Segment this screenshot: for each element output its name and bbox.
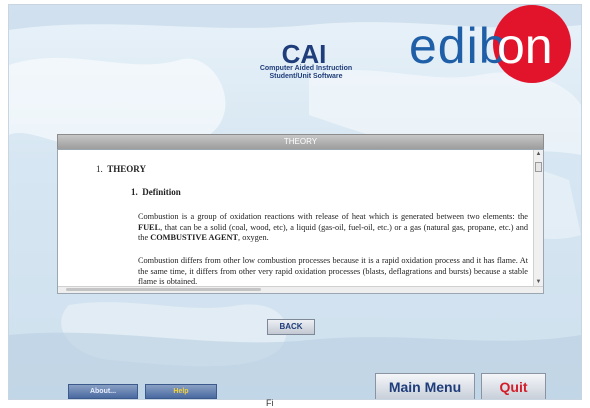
document-heading: 1. THEORY [96,164,146,174]
section-title-bar: THEORY [57,134,544,150]
definition-paragraph-2: Combustion differs from other low combus… [138,256,528,286]
figure-caption: Fi [266,398,274,408]
quit-button[interactable]: Quit [481,373,546,399]
document-subheading-number: 1. [131,187,138,197]
vertical-scrollbar[interactable]: ▲ ▼ [533,150,543,287]
edibon-logo: edib [409,18,508,74]
combustive-agent-term: COMBUSTIVE AGENT [150,233,239,242]
app-subtitle-line1: Computer Aided Instruction [259,65,353,72]
theory-document-content: 1. THEORY 1. Definition Combustion is a … [58,150,533,287]
scroll-thumb[interactable] [535,162,542,172]
edibon-logo-suffix: on [497,18,553,74]
document-subheading: 1. Definition [131,187,181,197]
app-subtitle: Computer Aided Instruction Student/Unit … [231,65,381,81]
scroll-down-arrow-icon[interactable]: ▼ [535,279,542,286]
about-button[interactable]: About... [68,384,138,399]
document-heading-text: THEORY [107,164,146,174]
app-window: CAI Computer Aided Instruction Student/U… [8,4,582,400]
scroll-up-arrow-icon[interactable]: ▲ [535,151,542,158]
definition-paragraph-1: Combustion is a group of oxidation react… [138,212,528,244]
horizontal-scrollbar[interactable] [58,286,543,293]
back-button[interactable]: BACK [267,319,315,335]
app-subtitle-line2: Student/Unit Software [269,73,343,80]
document-subheading-text: Definition [142,187,181,197]
horizontal-scroll-thumb[interactable] [66,288,261,291]
fuel-term: FUEL [138,222,161,232]
paragraph1-text-a: Combustion is a group of oxidation react… [138,212,528,221]
paragraph1-text-e: , oxygen. [238,233,269,242]
theory-document-pane[interactable]: 1. THEORY 1. Definition Combustion is a … [57,149,544,294]
document-heading-number: 1. [96,164,103,174]
main-menu-button[interactable]: Main Menu [375,373,475,399]
help-button[interactable]: Help [145,384,217,399]
